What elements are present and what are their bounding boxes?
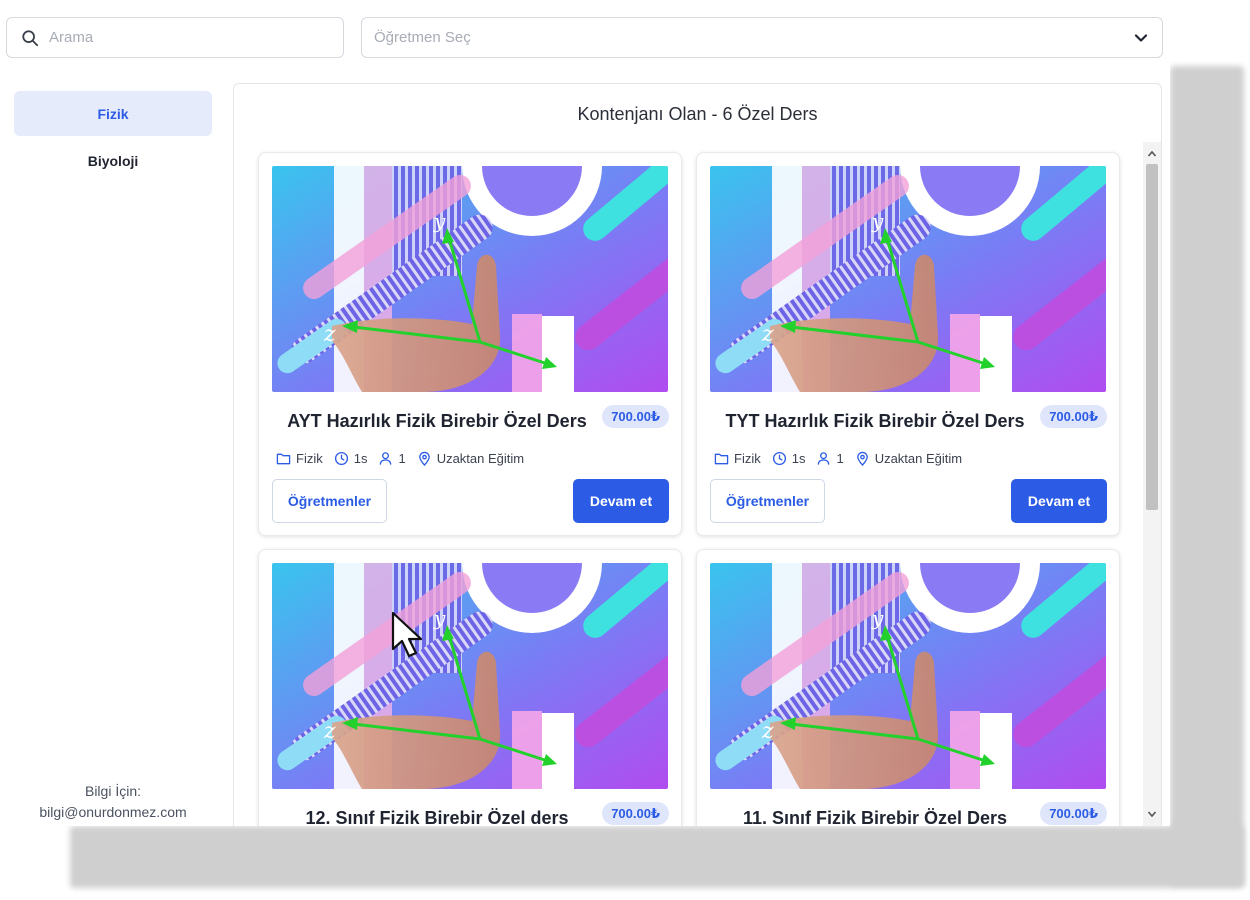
svg-text:y: y — [433, 209, 446, 233]
price-badge: 700.00₺ — [1040, 405, 1107, 428]
meta-duration: 1s — [772, 451, 806, 466]
meta-category-label: Fizik — [296, 451, 323, 466]
footer-info-label: Bilgi İçin: — [84, 783, 142, 799]
user-icon — [380, 452, 392, 465]
svg-text:z: z — [761, 322, 774, 347]
meta-category: Fizik — [714, 451, 761, 466]
search-input[interactable] — [49, 29, 329, 46]
meta-category-label: Fizik — [734, 451, 761, 466]
svg-text:x: x — [980, 731, 990, 752]
meta-capacity: 1 — [378, 451, 406, 466]
search-icon — [22, 29, 39, 46]
scroll-down-arrow-icon[interactable] — [1143, 806, 1161, 822]
sidebar-item-biyoloji[interactable]: Biyoloji — [14, 138, 212, 183]
meta-duration-label: 1s — [791, 451, 806, 466]
svg-text:z: z — [761, 719, 774, 744]
continue-button[interactable]: Devam et — [573, 479, 669, 523]
svg-text:x: x — [542, 334, 552, 355]
mouse-cursor-icon — [391, 611, 423, 658]
course-title: 12. Sınıf Fizik Birebir Özel ders — [305, 808, 569, 826]
continue-button[interactable]: Devam et — [1011, 479, 1107, 523]
svg-text:y: y — [433, 606, 446, 630]
svg-text:z: z — [323, 719, 336, 744]
folder-icon — [276, 453, 291, 465]
meta-duration-label: 1s — [353, 451, 368, 466]
meta-capacity: 1 — [816, 451, 844, 466]
folder-icon — [714, 453, 729, 465]
teachers-button[interactable]: Öğretmenler — [710, 479, 825, 523]
course-title: AYT Hazırlık Fizik Birebir Özel Ders — [287, 411, 587, 431]
user-icon — [818, 452, 830, 465]
panel-title: Kontenjanı Olan - 6 Özel Ders — [577, 104, 818, 124]
price-badge: 700.00₺ — [602, 802, 669, 825]
price-badge: 700.00₺ — [602, 405, 669, 428]
meta-duration: 1s — [334, 451, 368, 466]
window-shadow-right — [1170, 66, 1244, 886]
meta-location: Uzaktan Eğitim — [855, 451, 962, 466]
app-window: Öğretmen Seç Fizik Biyoloji Bilgi İçin: … — [0, 0, 1170, 826]
course-title: 11. Sınıf Fizik Birebir Özel Ders — [742, 808, 1008, 826]
course-card: y z x TYT Hazırlık Fizik Birebir Özel De… — [696, 152, 1120, 536]
scrollbar-thumb[interactable] — [1146, 164, 1158, 510]
teachers-button[interactable]: Öğretmenler — [272, 479, 387, 523]
window-shadow-bottom — [70, 826, 1244, 888]
svg-text:z: z — [323, 322, 336, 347]
course-title: TYT Hazırlık Fizik Birebir Özel Ders — [725, 411, 1025, 431]
location-pin-icon — [418, 451, 430, 466]
svg-text:x: x — [542, 731, 552, 752]
meta-location-label: Uzaktan Eğitim — [874, 451, 963, 466]
location-pin-icon — [856, 451, 868, 466]
svg-text:x: x — [980, 334, 990, 355]
course-thumbnail: y z x — [272, 166, 668, 392]
course-thumbnail: y z x — [272, 563, 668, 789]
course-meta: Fizik 1s 1 Uzaktan Eğitim — [276, 451, 535, 466]
scroll-up-arrow-icon[interactable] — [1143, 146, 1161, 162]
course-thumbnail: y z x — [710, 166, 1106, 392]
meta-capacity-label: 1 — [398, 451, 406, 466]
course-card: y z x AYT Hazırlık Fizik Birebir Özel De… — [258, 152, 682, 536]
scrollbar[interactable] — [1143, 142, 1161, 826]
search-box[interactable] — [6, 17, 344, 58]
meta-location-label: Uzaktan Eğitim — [436, 451, 525, 466]
course-thumbnail: y z x — [710, 563, 1106, 789]
course-card: y z x 11. Sınıf Fizik Birebir Özel Ders … — [696, 549, 1120, 826]
teacher-select[interactable]: Öğretmen Seç — [361, 17, 1163, 58]
meta-capacity-label: 1 — [836, 451, 844, 466]
sidebar-item-fizik[interactable]: Fizik — [14, 91, 212, 136]
chevron-down-icon — [1134, 33, 1148, 42]
svg-text:y: y — [871, 209, 884, 233]
course-card: y z x 12. Sınıf Fizik Birebir Özel ders … — [258, 549, 682, 826]
clock-icon — [334, 451, 348, 466]
svg-text:y: y — [871, 606, 884, 630]
sidebar-item-label: Fizik — [97, 105, 129, 122]
meta-category: Fizik — [276, 451, 323, 466]
sidebar-item-label: Biyoloji — [87, 152, 139, 169]
clock-icon — [772, 451, 786, 466]
footer-email: bilgi@onurdonmez.com — [39, 804, 187, 820]
sidebar-footer: Bilgi İçin: bilgi@onurdonmez.com — [14, 781, 212, 823]
teacher-select-placeholder: Öğretmen Seç — [374, 29, 471, 46]
meta-location: Uzaktan Eğitim — [417, 451, 524, 466]
price-badge: 700.00₺ — [1040, 802, 1107, 825]
course-meta: Fizik 1s 1 Uzaktan Eğitim — [714, 451, 973, 466]
